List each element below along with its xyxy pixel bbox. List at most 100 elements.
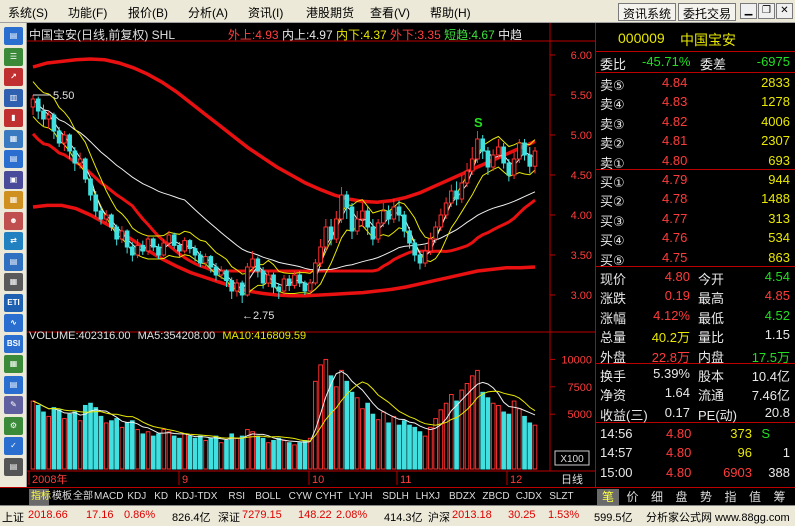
line-chart-icon[interactable]: ↗ bbox=[4, 68, 23, 86]
tab-macd[interactable]: MACD bbox=[92, 489, 124, 505]
gear-icon[interactable]: ⚙ bbox=[4, 416, 23, 435]
people-icon[interactable]: ☻ bbox=[4, 211, 23, 230]
fund-label-1: 换手 bbox=[600, 369, 627, 384]
close-icon[interactable]: ✕ bbox=[776, 3, 793, 19]
candle-body bbox=[229, 280, 235, 292]
menu-system[interactable]: 系统(S) bbox=[8, 4, 48, 21]
menu-analysis[interactable]: 分析(A) bbox=[188, 4, 228, 21]
tab-cyw[interactable]: CYW bbox=[287, 489, 313, 505]
volume-bar bbox=[35, 404, 41, 470]
tab-rsi[interactable]: RSI bbox=[226, 489, 252, 505]
menu-help[interactable]: 帮助(H) bbox=[430, 4, 471, 21]
trade-button[interactable]: 委托交易 bbox=[678, 3, 737, 21]
candle-body bbox=[218, 270, 224, 276]
candle-body bbox=[166, 234, 172, 244]
weibi-row: 委比 -45.71% 委差 -6975 bbox=[596, 53, 795, 72]
table-icon[interactable]: ▤ bbox=[4, 150, 23, 168]
tab-zbcd[interactable]: ZBCD bbox=[480, 489, 512, 505]
panel-tab-3[interactable]: 盘 bbox=[671, 489, 693, 505]
tab-cyht[interactable]: CYHT bbox=[313, 489, 345, 505]
bsi-icon[interactable]: BSI bbox=[4, 334, 23, 353]
tab-sdlh[interactable]: SDLH bbox=[380, 489, 412, 505]
tab-kd[interactable]: KD bbox=[152, 489, 172, 505]
volume-bar bbox=[281, 440, 287, 470]
volume-bar bbox=[213, 435, 219, 470]
panel-tab-6[interactable]: 值 bbox=[744, 489, 766, 505]
stat-value-1: 4.12% bbox=[653, 307, 690, 323]
window-icon[interactable]: ▤ bbox=[4, 27, 23, 45]
chart-line-icon[interactable]: ∿ bbox=[4, 314, 23, 332]
tab-cjdx[interactable]: CJDX bbox=[514, 489, 546, 505]
candle-body bbox=[443, 202, 449, 216]
scroll-icon[interactable]: ▤ bbox=[4, 457, 23, 476]
panel-tab-7[interactable]: 筹 bbox=[769, 489, 791, 505]
buy-row-2: 买② 4.78 1488 bbox=[596, 190, 795, 209]
tab-slzt[interactable]: SLZT bbox=[547, 489, 579, 505]
stat-value-1: 40.2万 bbox=[651, 330, 690, 346]
tag-icon[interactable]: ✓ bbox=[4, 437, 23, 455]
candle-body bbox=[77, 158, 83, 164]
high-annotation: 5.50 bbox=[53, 90, 74, 102]
x-label-4: 12 bbox=[510, 474, 522, 486]
restore-icon[interactable]: ❐ bbox=[758, 3, 775, 19]
tick-time: 14:56 bbox=[600, 426, 633, 441]
wand-icon[interactable]: ✎ bbox=[4, 396, 23, 414]
candle-body bbox=[208, 256, 214, 268]
kline-chart[interactable]: 6.00 5.50 5.00 4.50 4.00 3.50 3.00 10000 7500 500… bbox=[27, 23, 595, 487]
tab-lyjh[interactable]: LYJH bbox=[347, 489, 379, 505]
exchange-icon[interactable]: ⇄ bbox=[4, 232, 23, 250]
volume-bar bbox=[192, 437, 198, 470]
volume-bar bbox=[328, 375, 334, 470]
menu-view[interactable]: 查看(V) bbox=[370, 4, 410, 21]
tab-kdj[interactable]: KDJ bbox=[125, 489, 151, 505]
sell-volume: 4006 bbox=[761, 113, 790, 129]
chart-svg[interactable]: 6.00 5.50 5.00 4.50 4.00 3.50 3.00 10000 7500 500… bbox=[27, 23, 595, 487]
volume-bar bbox=[145, 431, 151, 470]
candle-body bbox=[433, 226, 438, 240]
volume-bar bbox=[182, 433, 187, 470]
tab-全部[interactable]: 全部 bbox=[71, 489, 93, 505]
group-icon[interactable]: ▦ bbox=[4, 355, 23, 373]
vol-scale-label: X100 bbox=[560, 454, 584, 465]
bar-chart-icon[interactable]: ▮ bbox=[4, 109, 23, 127]
volume-bar bbox=[396, 424, 402, 470]
report-icon[interactable]: ▤ bbox=[4, 252, 23, 271]
panel-tab-4[interactable]: 势 bbox=[695, 489, 717, 505]
panel-tab-1[interactable]: 价 bbox=[622, 489, 644, 505]
folder-icon[interactable]: ▦ bbox=[4, 191, 23, 209]
candle-body bbox=[401, 214, 407, 232]
volume-bar bbox=[208, 437, 214, 470]
info-system-button[interactable]: 资讯系统 bbox=[618, 3, 677, 21]
stat-value-2: 4.54 bbox=[764, 269, 790, 284]
tab-指标[interactable]: 指标 bbox=[29, 489, 51, 505]
menu-function[interactable]: 功能(F) bbox=[68, 4, 107, 21]
y-tick-label-3: 4.50 bbox=[571, 170, 592, 182]
menu-quote[interactable]: 报价(B) bbox=[128, 4, 168, 21]
doc-icon[interactable]: ▤ bbox=[4, 375, 23, 394]
minimize-icon[interactable]: ▁ bbox=[740, 3, 757, 19]
candle-body bbox=[428, 238, 433, 252]
volume-bar bbox=[438, 409, 444, 470]
panel-tab-0[interactable]: 笔 bbox=[597, 489, 619, 505]
tab-kdj-tdx[interactable]: KDJ-TDX bbox=[173, 489, 225, 505]
menu-hk-futures[interactable]: 港股期货 bbox=[306, 4, 354, 21]
hs-label: 沪深 bbox=[428, 512, 450, 524]
volume-chart-icon[interactable]: ▥ bbox=[4, 88, 23, 107]
grid-icon[interactable]: ▦ bbox=[4, 129, 23, 148]
tab-模板[interactable]: 模板 bbox=[50, 489, 72, 505]
menu-info[interactable]: 资讯(I) bbox=[248, 4, 283, 21]
tab-boll[interactable]: BOLL bbox=[253, 489, 285, 505]
buy-price: 4.78 bbox=[662, 191, 688, 207]
eti-icon[interactable]: ETI bbox=[4, 293, 23, 312]
page-icon[interactable]: ▣ bbox=[4, 170, 23, 189]
tab-lhxj[interactable]: LHXJ bbox=[414, 489, 446, 505]
calc-icon[interactable]: ▦ bbox=[4, 273, 23, 291]
panel-tab-5[interactable]: 指 bbox=[720, 489, 742, 505]
buy-price: 4.77 bbox=[662, 210, 688, 226]
candle-body bbox=[370, 226, 376, 240]
sz-label: 深证 bbox=[218, 512, 240, 524]
panel-tab-2[interactable]: 细 bbox=[646, 489, 668, 505]
tab-bdzx[interactable]: BDZX bbox=[447, 489, 479, 505]
list-icon[interactable]: ☰ bbox=[4, 47, 23, 66]
stat-value-2: 4.52 bbox=[764, 307, 790, 323]
